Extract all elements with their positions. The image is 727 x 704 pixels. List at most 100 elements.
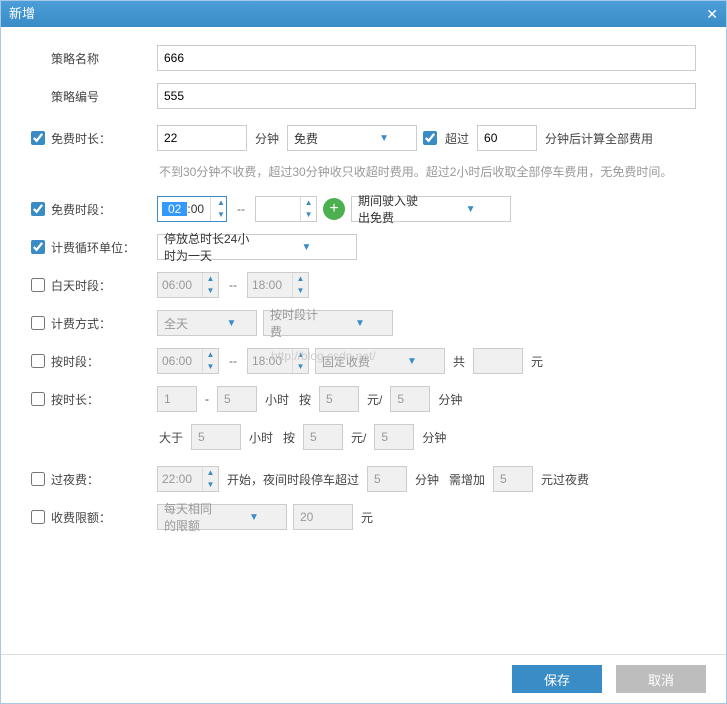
by-period-from-spinner[interactable]: ▲▼ — [157, 348, 219, 374]
spinner-down-icon[interactable]: ▼ — [203, 285, 218, 297]
hour-label: 小时 — [263, 391, 291, 408]
dialog-footer: 保存 取消 — [1, 654, 726, 703]
by-period-to-input[interactable] — [248, 349, 292, 373]
hint-text: 不到30分钟不收费，超过30分钟收只收超时费用。超过2小时后收取全部停车费用，无… — [159, 163, 696, 182]
limit-checkbox[interactable] — [31, 510, 45, 524]
spinner-down-icon[interactable]: ▼ — [293, 361, 308, 373]
by-period-from-input[interactable] — [158, 349, 202, 373]
spinner-down-icon[interactable]: ▼ — [293, 285, 308, 297]
yuan-label: 元 — [529, 353, 545, 370]
gong-label: 共 — [451, 353, 467, 370]
night-fee-start-spinner[interactable]: ▲▼ — [157, 466, 219, 492]
add-icon[interactable]: + — [323, 198, 345, 220]
code-input[interactable] — [157, 83, 696, 109]
limit-value-input[interactable] — [293, 504, 353, 530]
cycle-checkbox[interactable] — [31, 240, 45, 254]
by-period-amount-input[interactable] — [473, 348, 523, 374]
close-icon[interactable]: ✕ — [706, 1, 718, 27]
row-free-period: 免费时段： 02:00 ▲▼ -- ▲▼ + 期间驶入驶出免费 ▼ — [31, 196, 696, 222]
dash: -- — [233, 202, 249, 216]
cycle-label: 计费循环单位： — [51, 239, 135, 256]
bd1-from-input[interactable] — [157, 386, 197, 412]
charge-mode-checkbox[interactable] — [31, 316, 45, 330]
spinner-up-icon[interactable]: ▲ — [203, 349, 218, 361]
bd2-price-input[interactable] — [303, 424, 343, 450]
free-duration-checkbox[interactable] — [31, 131, 45, 145]
by-period-label: 按时段： — [51, 353, 99, 370]
row-cycle: 计费循环单位： 停放总时长24小时为一天 ▼ — [31, 234, 696, 260]
row-code: 策略编号 — [31, 83, 696, 109]
per-label: 按 — [297, 391, 313, 408]
by-period-type-select[interactable]: 固定收费 ▼ — [315, 348, 445, 374]
cancel-button[interactable]: 取消 — [616, 665, 706, 693]
yuan-per-label: 元/ — [349, 429, 368, 446]
bd1-to-input[interactable] — [217, 386, 257, 412]
row-by-duration-2: 大于 小时 按 元/ 分钟 — [31, 424, 696, 450]
free-duration-label: 免费时长： — [51, 130, 111, 147]
cycle-select[interactable]: 停放总时长24小时为一天 ▼ — [157, 234, 357, 260]
over-checkbox[interactable] — [423, 131, 437, 145]
night-fee-label: 过夜费： — [51, 471, 99, 488]
save-button[interactable]: 保存 — [512, 665, 602, 693]
day-period-from-input[interactable] — [158, 273, 202, 297]
row-by-duration-1: 按时长： - 小时 按 元/ 分钟 — [31, 386, 696, 412]
day-period-to-spinner[interactable]: ▲▼ — [247, 272, 309, 298]
dash: -- — [225, 354, 241, 368]
over-input[interactable] — [477, 125, 537, 151]
free-period-to-spinner[interactable]: ▲▼ — [255, 196, 317, 222]
spinner-up-icon[interactable]: ▲ — [293, 273, 308, 285]
spinner-up-icon[interactable]: ▲ — [203, 467, 218, 479]
day-period-from-spinner[interactable]: ▲▼ — [157, 272, 219, 298]
chevron-down-icon: ▼ — [380, 356, 444, 367]
day-period-checkbox[interactable] — [31, 278, 45, 292]
over-suffix: 分钟后计算全部费用 — [543, 130, 655, 147]
dialog-title: 新增 — [9, 1, 35, 27]
day-period-label: 白天时段： — [51, 277, 111, 294]
yuan-label: 元 — [359, 509, 375, 526]
bd2-val-input[interactable] — [191, 424, 241, 450]
dash: -- — [225, 278, 241, 292]
spinner-down-icon[interactable]: ▼ — [203, 361, 218, 373]
bd2-perval-input[interactable] — [374, 424, 414, 450]
free-period-to-input[interactable] — [256, 197, 300, 221]
free-duration-input[interactable] — [157, 125, 247, 151]
day-period-to-input[interactable] — [248, 273, 292, 297]
spinner-up-icon[interactable]: ▲ — [293, 349, 308, 361]
bd1-perval-input[interactable] — [390, 386, 430, 412]
spinner-up-icon[interactable]: ▲ — [301, 197, 316, 209]
spinner-down-icon[interactable]: ▼ — [203, 479, 218, 491]
row-day-period: 白天时段： ▲▼ -- ▲▼ — [31, 272, 696, 298]
chevron-down-icon: ▼ — [431, 204, 510, 215]
free-period-label: 免费时段： — [51, 201, 111, 218]
free-period-checkbox[interactable] — [31, 202, 45, 216]
by-period-checkbox[interactable] — [31, 354, 45, 368]
limit-label: 收费限额： — [51, 509, 111, 526]
dialog: 新增 ✕ http://blog.csdn.net/ 策略名称 策略编号 免费时… — [0, 0, 727, 704]
free-period-select[interactable]: 期间驶入驶出免费 ▼ — [351, 196, 511, 222]
night-fee-min-input[interactable] — [367, 466, 407, 492]
by-duration-checkbox[interactable] — [31, 392, 45, 406]
spinner-up-icon[interactable]: ▲ — [203, 273, 218, 285]
name-input[interactable] — [157, 45, 696, 71]
row-name: 策略名称 — [31, 45, 696, 71]
night-fee-amt-input[interactable] — [493, 466, 533, 492]
charge-mode-select[interactable]: 按时段计费 ▼ — [263, 310, 393, 336]
dialog-body: http://blog.csdn.net/ 策略名称 策略编号 免费时长： 分钟… — [1, 27, 726, 654]
night-fee-start-input[interactable] — [158, 467, 202, 491]
bd1-price-input[interactable] — [319, 386, 359, 412]
spinner-down-icon[interactable]: ▼ — [301, 209, 316, 221]
spinner-down-icon[interactable]: ▼ — [211, 209, 226, 221]
charge-scope-select[interactable]: 全天 ▼ — [157, 310, 257, 336]
by-period-to-spinner[interactable]: ▲▼ — [247, 348, 309, 374]
nf-text2: 分钟 — [413, 471, 441, 488]
spinner-up-icon[interactable]: ▲ — [211, 197, 226, 209]
limit-select[interactable]: 每天相同的限额 ▼ — [157, 504, 287, 530]
titlebar: 新增 ✕ — [1, 1, 726, 27]
free-period-from-spinner[interactable]: 02:00 ▲▼ — [157, 196, 227, 222]
night-fee-checkbox[interactable] — [31, 472, 45, 486]
unit-label: 分钟 — [420, 429, 448, 446]
free-duration-select[interactable]: 免费 ▼ — [287, 125, 417, 151]
row-night-fee: 过夜费： ▲▼ 开始，夜间时段停车超过 分钟 需增加 元过夜费 — [31, 466, 696, 492]
gt-label: 大于 — [157, 429, 185, 446]
unit-label: 分钟 — [436, 391, 464, 408]
